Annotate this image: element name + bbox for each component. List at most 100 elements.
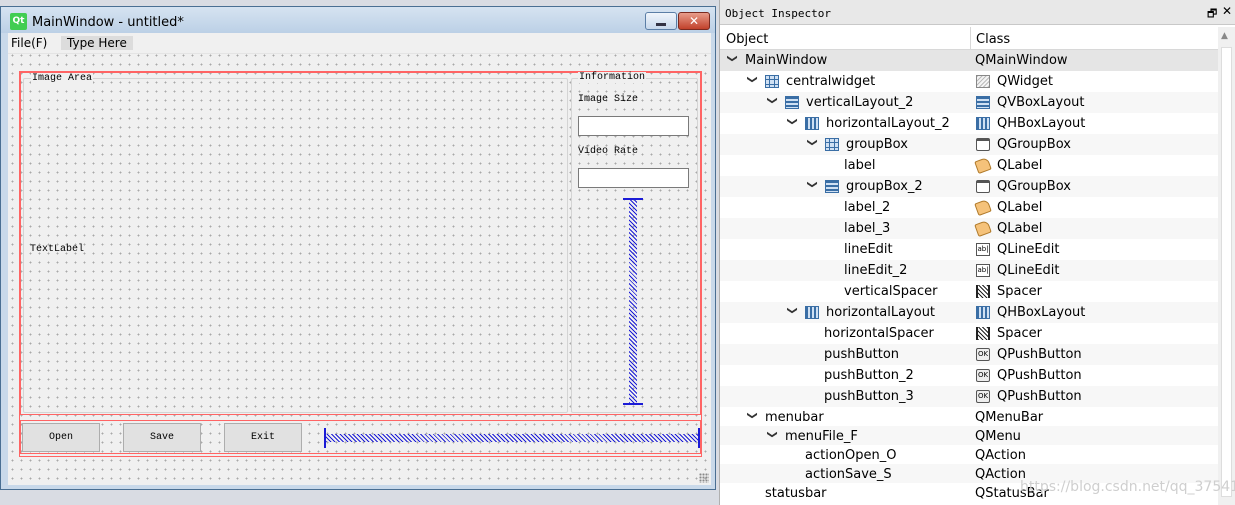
tree-row[interactable]: ❯ menuFile_F QMenu — [720, 426, 1218, 445]
video-rate-input[interactable] — [578, 168, 689, 188]
tree-row[interactable]: lineEdit ab| QLineEdit — [720, 239, 1218, 260]
tree-row[interactable]: ❯ MainWindow QMainWindow — [720, 50, 1218, 71]
object-name: label — [844, 158, 876, 173]
column-object-header[interactable]: Object — [726, 32, 768, 47]
tree-row[interactable]: horizontalSpacer Spacer — [720, 323, 1218, 344]
line-edit-icon: ab| — [976, 264, 990, 277]
tree-row[interactable]: ❯ centralwidget QWidget — [720, 71, 1218, 92]
class-name: QMainWindow — [975, 53, 1068, 68]
class-name: Spacer — [997, 284, 1042, 299]
image-area-groupbox[interactable] — [23, 78, 568, 413]
vbox-layout-icon — [976, 96, 990, 109]
watermark-text: https://blog.csdn.net/qq_37541097 — [1020, 479, 1235, 495]
class-name: QLabel — [997, 158, 1043, 173]
class-name: QPushButton — [997, 368, 1082, 383]
tree-row[interactable]: pushButton_2 OK QPushButton — [720, 365, 1218, 386]
image-size-input[interactable] — [578, 116, 689, 136]
chevron-down-icon[interactable]: ❯ — [807, 180, 818, 188]
object-name: horizontalSpacer — [824, 326, 934, 341]
class-name: QHBoxLayout — [997, 116, 1086, 131]
object-name: lineEdit_2 — [844, 263, 908, 278]
class-name: QMenu — [975, 429, 1021, 444]
tree-row[interactable]: ❯ menubar QMenuBar — [720, 407, 1218, 426]
class-name: QHBoxLayout — [997, 305, 1086, 320]
information-title: Information — [578, 72, 647, 83]
float-icon[interactable]: 🗗 — [1207, 5, 1217, 24]
push-button-icon: OK — [976, 369, 990, 382]
inspector-title-bar: Object Inspector 🗗 ✕ — [720, 0, 1235, 25]
exit-button[interactable]: Exit — [224, 423, 302, 452]
class-name: QAction — [975, 448, 1026, 463]
resize-grip-icon[interactable] — [699, 473, 709, 483]
hbox-layout-icon — [805, 306, 819, 319]
tree-row[interactable]: lineEdit_2 ab| QLineEdit — [720, 260, 1218, 281]
chevron-down-icon[interactable]: ❯ — [787, 117, 798, 125]
chevron-down-icon[interactable]: ❯ — [767, 96, 778, 104]
object-name: MainWindow — [745, 53, 828, 68]
spacer-coil — [629, 200, 637, 403]
qt-logo-icon: Qt — [10, 13, 27, 30]
label-icon — [974, 156, 992, 175]
tree-row[interactable]: pushButton OK QPushButton — [720, 344, 1218, 365]
scroll-thumb[interactable] — [1221, 47, 1232, 497]
chevron-down-icon[interactable]: ❯ — [747, 75, 758, 83]
object-name: groupBox — [846, 137, 908, 152]
form-canvas[interactable]: File(F) Type Here Image Area TextLabel I… — [8, 33, 711, 485]
text-label[interactable]: TextLabel — [30, 244, 84, 255]
horizontal-spacer[interactable] — [324, 428, 700, 448]
push-button-icon: OK — [976, 348, 990, 361]
object-name: centralwidget — [786, 74, 876, 89]
tree-row[interactable]: ❯ groupBox QGroupBox — [720, 134, 1218, 155]
class-name: QPushButton — [997, 347, 1082, 362]
tree-row[interactable]: ❯ horizontalLayout QHBoxLayout — [720, 302, 1218, 323]
minimize-button[interactable] — [645, 12, 677, 30]
video-rate-label[interactable]: Video Rate — [578, 146, 638, 157]
close-window-button[interactable]: ✕ — [678, 12, 710, 30]
tree-row[interactable]: label_2 QLabel — [720, 197, 1218, 218]
class-name: QLabel — [997, 200, 1043, 215]
tree-row[interactable]: ❯ groupBox_2 QGroupBox — [720, 176, 1218, 197]
class-name: QWidget — [997, 74, 1054, 89]
object-name: pushButton — [824, 347, 900, 362]
line-edit-icon: ab| — [976, 243, 990, 256]
object-name: actionOpen_O — [805, 448, 897, 463]
object-name: menubar — [765, 410, 824, 425]
object-name: statusbar — [765, 486, 827, 501]
object-name: verticalSpacer — [844, 284, 938, 299]
vertical-spacer[interactable] — [623, 198, 643, 405]
chevron-down-icon[interactable]: ❯ — [727, 54, 738, 62]
header-divider — [970, 27, 971, 50]
chevron-down-icon[interactable]: ❯ — [787, 306, 798, 314]
tree-row[interactable]: verticalSpacer Spacer — [720, 281, 1218, 302]
spacer-coil — [326, 434, 698, 442]
window-title: MainWindow - untitled* — [32, 15, 184, 30]
image-size-label[interactable]: Image Size — [578, 94, 638, 105]
open-button[interactable]: Open — [22, 423, 100, 452]
chevron-down-icon[interactable]: ❯ — [807, 138, 818, 146]
tree-row[interactable]: ❯ verticalLayout_2 QVBoxLayout — [720, 92, 1218, 113]
groupbox-icon — [976, 180, 990, 193]
chevron-down-icon[interactable]: ❯ — [767, 430, 778, 438]
hbox-layout-icon — [976, 117, 990, 130]
tree-row[interactable]: label_3 QLabel — [720, 218, 1218, 239]
object-inspector-panel: Object Inspector 🗗 ✕ Object Class ❯ Main… — [719, 0, 1235, 505]
tree-row[interactable]: actionOpen_O QAction — [720, 445, 1218, 464]
save-button[interactable]: Save — [123, 423, 201, 452]
class-name: QLineEdit — [997, 242, 1060, 257]
inspector-title: Object Inspector — [725, 7, 831, 20]
class-name: QLineEdit — [997, 263, 1060, 278]
tree-row[interactable]: label QLabel — [720, 155, 1218, 176]
close-icon[interactable]: ✕ — [1222, 4, 1232, 18]
grid-layout-icon — [765, 75, 779, 88]
tree-row[interactable]: ❯ horizontalLayout_2 QHBoxLayout — [720, 113, 1218, 134]
column-class-header[interactable]: Class — [976, 32, 1010, 47]
chevron-down-icon[interactable]: ❯ — [747, 411, 758, 419]
image-area-title: Image Area — [31, 73, 94, 84]
scroll-up-icon[interactable]: ▲ — [1221, 31, 1228, 41]
object-name: groupBox_2 — [846, 179, 923, 194]
menu-file[interactable]: File(F) — [11, 36, 47, 50]
vertical-scrollbar[interactable]: ▲ — [1218, 27, 1235, 505]
class-name: QLabel — [997, 221, 1043, 236]
tree-row[interactable]: pushButton_3 OK QPushButton — [720, 386, 1218, 407]
menu-type-here[interactable]: Type Here — [61, 36, 133, 50]
